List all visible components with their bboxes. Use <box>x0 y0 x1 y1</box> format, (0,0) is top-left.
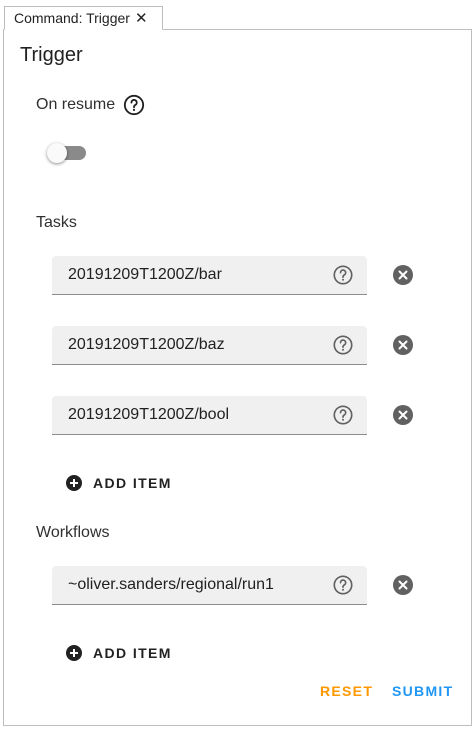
task-input-1[interactable] <box>68 256 323 294</box>
on-resume-toggle[interactable] <box>46 142 88 164</box>
close-circle-icon[interactable] <box>393 575 413 595</box>
task-field-2 <box>52 326 367 365</box>
add-task-button[interactable]: ADD ITEM <box>58 468 180 498</box>
add-task-label: ADD ITEM <box>93 475 172 491</box>
close-circle-icon[interactable] <box>393 265 413 285</box>
close-icon[interactable]: ✕ <box>135 11 148 26</box>
add-workflow-label: ADD ITEM <box>93 645 172 661</box>
task-field-3 <box>52 396 367 435</box>
help-icon[interactable] <box>332 334 354 356</box>
on-resume-label: On resume <box>36 96 116 113</box>
help-icon[interactable] <box>332 264 354 286</box>
form-panel <box>3 29 472 726</box>
plus-circle-icon <box>66 475 82 491</box>
help-icon[interactable] <box>123 94 145 116</box>
plus-circle-icon <box>66 645 82 661</box>
close-circle-icon[interactable] <box>393 335 413 355</box>
tab-label: Command: Trigger <box>14 10 130 26</box>
close-circle-icon[interactable] <box>393 405 413 425</box>
help-icon[interactable] <box>332 404 354 426</box>
toggle-thumb <box>47 143 67 163</box>
add-workflow-button[interactable]: ADD ITEM <box>58 638 180 668</box>
task-input-2[interactable] <box>68 326 323 364</box>
reset-button[interactable]: RESET <box>320 683 373 699</box>
workflows-label: Workflows <box>36 524 110 541</box>
tasks-label: Tasks <box>36 214 77 231</box>
help-icon[interactable] <box>332 574 354 596</box>
submit-button[interactable]: SUBMIT <box>392 683 453 699</box>
workflow-field-1 <box>52 566 367 605</box>
tab-command-trigger[interactable]: Command: Trigger ✕ <box>4 6 163 30</box>
task-field-1 <box>52 256 367 295</box>
task-input-3[interactable] <box>68 396 323 434</box>
form-title: Trigger <box>20 44 83 66</box>
workflow-input-1[interactable] <box>68 566 323 604</box>
